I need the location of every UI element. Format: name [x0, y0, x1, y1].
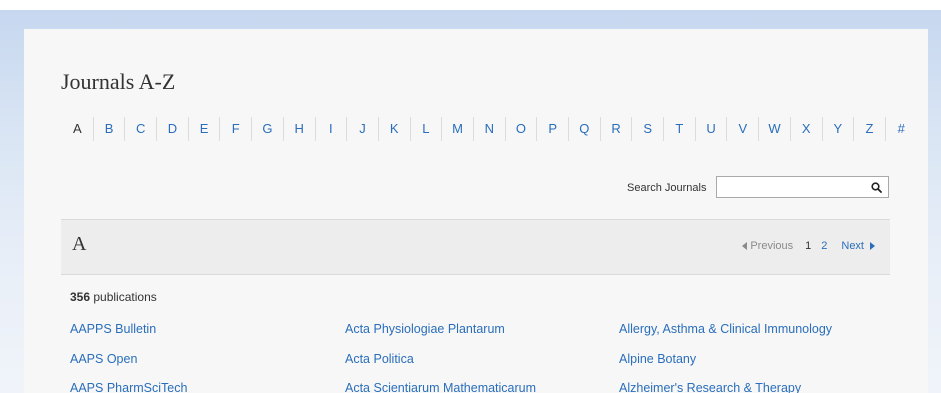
alphabet-letter-o[interactable]: O: [504, 117, 537, 141]
alphabet-letter-h[interactable]: H: [282, 117, 315, 141]
alphabet-letter-a[interactable]: A: [62, 117, 93, 141]
alphabet-letter-b[interactable]: B: [92, 117, 125, 141]
alphabet-letter-y[interactable]: Y: [821, 117, 854, 141]
alphabet-letter-w[interactable]: W: [758, 117, 790, 141]
search-label: Search Journals: [627, 182, 707, 194]
journal-link[interactable]: AAPS Open: [70, 350, 187, 380]
journal-column-2: Acta Physiologiae Plantarum Acta Politic…: [345, 320, 536, 393]
alphabet-nav: A B C D E F G H I J K L M N O P Q R S T U V W X Y Z #: [62, 117, 917, 141]
alphabet-letter-q[interactable]: Q: [568, 117, 600, 141]
alphabet-letter-i[interactable]: I: [314, 117, 347, 141]
alphabet-letter-k[interactable]: K: [377, 117, 410, 141]
alphabet-letter-s[interactable]: S: [631, 117, 663, 141]
journal-link[interactable]: Acta Politica: [345, 350, 536, 380]
journal-link[interactable]: Allergy, Asthma & Clinical Immunology: [619, 320, 832, 350]
previous-page-button[interactable]: Previous: [742, 240, 793, 252]
alphabet-letter-m[interactable]: M: [441, 117, 473, 141]
journal-link[interactable]: Acta Physiologiae Plantarum: [345, 320, 536, 350]
alphabet-letter-t[interactable]: T: [663, 117, 695, 141]
section-header: A Previous 1 2 Next: [61, 219, 890, 275]
page-number-1[interactable]: 1: [805, 240, 811, 252]
page-title: Journals A-Z: [61, 69, 176, 94]
alphabet-letter-j[interactable]: J: [346, 117, 378, 141]
alphabet-letter-g[interactable]: G: [251, 117, 283, 141]
journal-link[interactable]: Alzheimer's Research & Therapy: [619, 379, 832, 393]
previous-label: Previous: [750, 240, 794, 252]
journal-link[interactable]: Acta Scientiarum Mathematicarum: [345, 379, 536, 393]
alphabet-letter-u[interactable]: U: [694, 117, 727, 141]
pagination: Previous 1 2 Next: [742, 240, 875, 252]
search-icon: [870, 181, 882, 193]
page-number-2[interactable]: 2: [821, 240, 827, 252]
section-letter: A: [72, 233, 87, 255]
journal-column-3: Allergy, Asthma & Clinical Immunology Al…: [619, 320, 832, 393]
search-button[interactable]: [866, 178, 886, 196]
alphabet-letter-f[interactable]: F: [219, 117, 251, 141]
triangle-right-icon: [870, 242, 875, 250]
alphabet-letter-x[interactable]: X: [789, 117, 822, 141]
alphabet-letter-n[interactable]: N: [472, 117, 505, 141]
alphabet-letter-l[interactable]: L: [409, 117, 442, 141]
alphabet-letter-r[interactable]: R: [599, 117, 632, 141]
journal-link[interactable]: AAPS PharmSciTech: [70, 379, 187, 393]
publication-count: 356 publications: [70, 290, 157, 304]
search-input[interactable]: [719, 179, 863, 197]
search-field[interactable]: [716, 176, 889, 198]
alphabet-letter-c[interactable]: C: [124, 117, 156, 141]
next-label: Next: [841, 240, 864, 252]
publication-count-number: 356: [70, 290, 91, 304]
alphabet-letter-v[interactable]: V: [726, 117, 758, 141]
alphabet-letter-e[interactable]: E: [187, 117, 220, 141]
alphabet-letter-p[interactable]: P: [536, 117, 568, 141]
journal-link[interactable]: Alpine Botany: [619, 350, 832, 380]
content-card: Journals A-Z A B C D E F G H I J K L M N O P Q R S T U V W X Y Z #…: [24, 29, 928, 393]
alphabet-letter-d[interactable]: D: [156, 117, 188, 141]
publication-count-suffix: publications: [90, 290, 157, 304]
alphabet-letter-z[interactable]: Z: [853, 117, 885, 141]
triangle-left-icon: [742, 242, 748, 250]
next-page-button[interactable]: Next: [841, 240, 875, 252]
journal-column-1: AAPPS Bulletin AAPS Open AAPS PharmSciTe…: [70, 320, 187, 393]
journal-link[interactable]: AAPPS Bulletin: [70, 320, 187, 350]
alphabet-letter-other[interactable]: #: [884, 117, 917, 141]
